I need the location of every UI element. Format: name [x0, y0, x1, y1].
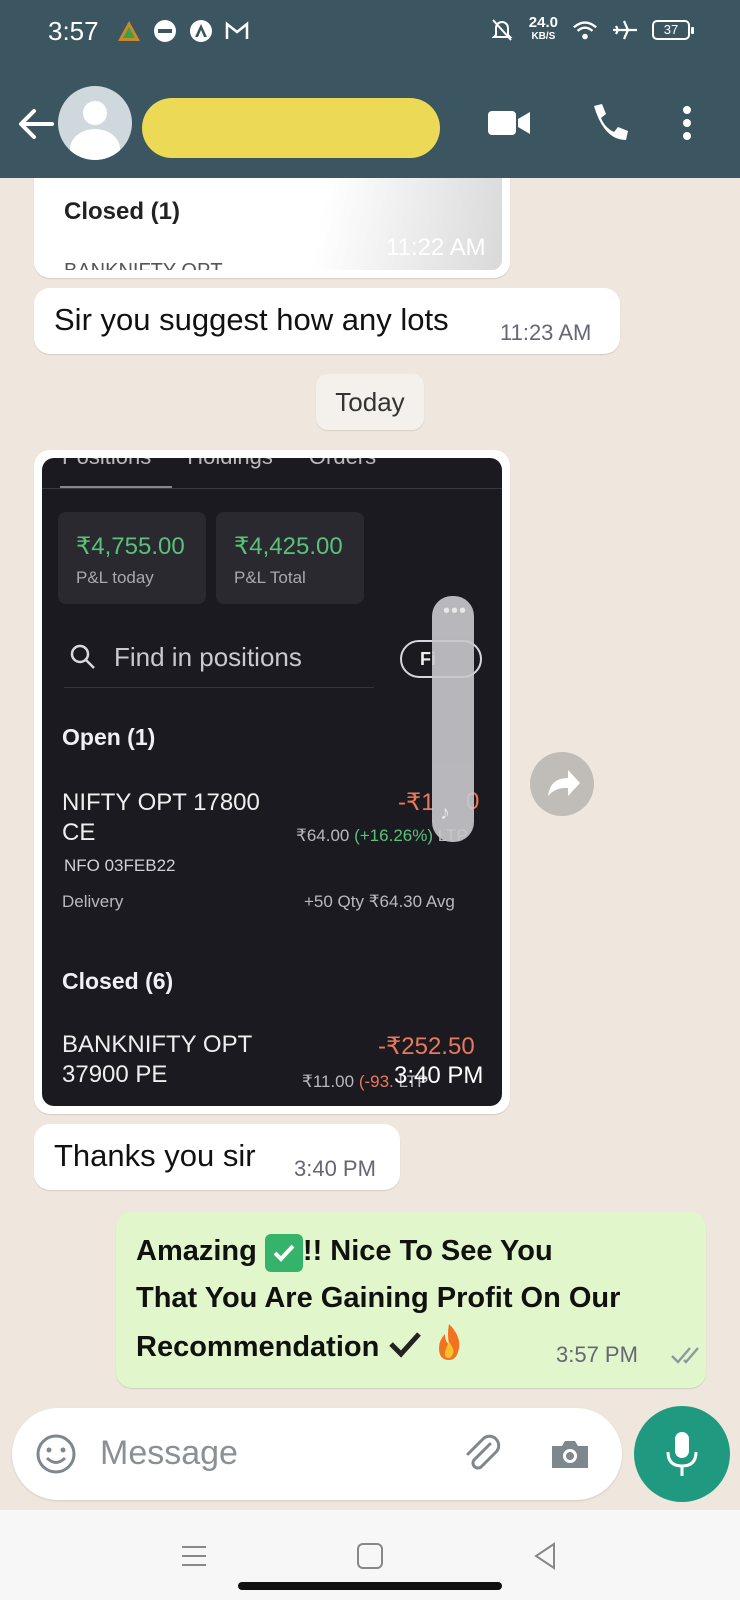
more-vert-icon[interactable] — [672, 98, 702, 148]
app-triangle-icon — [116, 18, 142, 44]
gmail-icon — [224, 18, 250, 44]
pl-today-card: ₹4,755.00 P&L today — [58, 512, 206, 604]
open-expiry: NFO 03FEB22 — [64, 856, 176, 875]
media-scrollbar[interactable]: ••• ♪ — [432, 596, 474, 842]
open-product-type: Delivery — [62, 892, 124, 911]
phone-icon[interactable] — [584, 98, 634, 148]
closed-ltp-change: (-93. — [358, 1072, 394, 1091]
image-time: 3:40 PM — [394, 1062, 484, 1089]
net-speed-unit: KB/S — [531, 31, 556, 42]
tab-orders: Orders — [309, 458, 376, 470]
tab-divider — [42, 488, 502, 489]
check-emoji-icon — [264, 1234, 303, 1272]
image-timestamp: 11:22 AM — [386, 234, 486, 261]
tab-positions: Positions — [62, 458, 151, 470]
screenshot-tabs: Positions Holdings Orders — [62, 458, 376, 470]
message-text: Sir you suggest how any lots — [54, 302, 449, 337]
tab-holdings: Holdings — [187, 458, 273, 470]
pl-today-label: P&L today — [76, 568, 154, 587]
redacted-contact-name[interactable] — [142, 98, 440, 158]
search-icon — [68, 642, 98, 672]
open-instrument-type: CE — [62, 819, 96, 846]
cut-off-text: BANKNIFTY OPT — [64, 260, 223, 270]
message-time: 11:23 AM — [500, 320, 592, 345]
read-receipt-icon — [670, 1344, 704, 1371]
open-ltp-price: ₹64.00 — [296, 826, 355, 845]
net-speed: 24.0 KB/S — [528, 14, 558, 44]
avatar-body-shape — [70, 129, 120, 160]
net-speed-value: 24.0 — [528, 14, 558, 31]
app-a-icon — [188, 18, 214, 44]
message-line1-start: Amazing — [136, 1235, 257, 1267]
chat-header — [0, 78, 740, 178]
message-line2: That You Are Gaining Profit On Our — [136, 1282, 621, 1314]
image-message[interactable]: Positions Holdings Orders ₹4,755.00 P&L … — [34, 450, 510, 1114]
closed-pnl: -₹252.50 — [378, 1033, 475, 1060]
status-time: 3:57 — [48, 16, 99, 46]
pl-total-label: P&L Total — [234, 568, 306, 587]
message-line1-end: !! Nice To See You — [302, 1235, 553, 1267]
notification-icons — [116, 18, 250, 44]
open-instrument-name: NIFTY OPT 17800 — [62, 789, 260, 816]
date-chip: Today — [316, 374, 424, 430]
home-icon[interactable] — [354, 1540, 386, 1572]
message-composer[interactable]: Message — [12, 1408, 622, 1500]
incoming-message[interactable]: Sir you suggest how any lots 11:23 AM — [34, 288, 620, 354]
more-dots-icon: ••• — [443, 600, 468, 622]
mic-icon — [666, 1432, 698, 1476]
back-nav-icon[interactable] — [530, 1540, 562, 1572]
closed-instrument-type: 37900 PE — [62, 1061, 168, 1088]
message-time: 3:57 PM — [556, 1342, 638, 1367]
outgoing-message[interactable]: Amazing !! Nice To See You That You Are … — [116, 1212, 706, 1388]
message-text: Thanks you sir — [54, 1138, 256, 1173]
camera-icon[interactable] — [548, 1432, 592, 1476]
video-call-icon[interactable] — [484, 98, 534, 148]
pl-total-value: ₹4,425.00 — [234, 533, 343, 560]
forward-arrow-icon — [548, 770, 580, 796]
wifi-icon — [572, 17, 598, 43]
closed-label: Closed (1) — [64, 198, 181, 225]
system-nav-bar — [0, 1510, 740, 1600]
battery-indicator: 37 — [652, 20, 694, 40]
closed-section-header: Closed (6) — [62, 968, 174, 994]
positions-screenshot[interactable]: Positions Holdings Orders ₹4,755.00 P&L … — [42, 458, 502, 1106]
message-line3: Recommendation — [136, 1331, 380, 1363]
avatar[interactable] — [58, 86, 132, 160]
attach-icon[interactable] — [460, 1432, 504, 1476]
incoming-message[interactable]: Thanks you sir 3:40 PM — [34, 1124, 400, 1190]
status-right: 24.0 KB/S 37 — [489, 14, 694, 44]
checkmark-icon — [387, 1328, 423, 1375]
airplane-icon — [612, 17, 638, 43]
open-ltp-change: (+16.26%) — [354, 826, 434, 845]
closed-instrument-name: BANKNIFTY OPT — [62, 1031, 253, 1058]
emoji-icon[interactable] — [34, 1432, 78, 1476]
pl-today-value: ₹4,755.00 — [76, 533, 185, 560]
pl-total-card: ₹4,425.00 P&L Total — [216, 512, 364, 604]
fire-emoji-icon — [431, 1322, 467, 1377]
top-bar: 3:57 24.0 KB/S 37 — [0, 0, 740, 178]
message-input[interactable]: Message — [100, 1434, 238, 1473]
avatar-head-shape — [83, 101, 107, 125]
message-time: 3:40 PM — [294, 1156, 376, 1181]
app-minus-icon — [152, 18, 178, 44]
mic-button[interactable] — [634, 1406, 730, 1502]
music-note-icon: ♪ — [440, 802, 450, 824]
status-bar: 3:57 24.0 KB/S 37 — [0, 0, 740, 64]
recent-apps-icon[interactable] — [178, 1540, 210, 1572]
search-placeholder: Find in positions — [114, 642, 302, 672]
gesture-pill[interactable] — [238, 1582, 502, 1590]
closed-ltp-price: ₹11.00 — [302, 1072, 359, 1091]
open-pnl-start: -₹1 — [398, 789, 435, 816]
forward-button[interactable] — [530, 752, 594, 816]
open-qty-avg: +50 Qty ₹64.30 Avg — [304, 892, 455, 911]
open-section-header: Open (1) — [62, 724, 156, 750]
previous-image[interactable]: Closed (1) BANKNIFTY OPT 11:22 AM — [42, 178, 502, 270]
mute-bell-icon — [489, 17, 515, 43]
back-arrow-icon[interactable] — [14, 102, 58, 146]
previous-image-bubble[interactable]: Closed (1) BANKNIFTY OPT 11:22 AM — [34, 178, 510, 278]
find-in-positions: Find in positions — [64, 632, 374, 688]
